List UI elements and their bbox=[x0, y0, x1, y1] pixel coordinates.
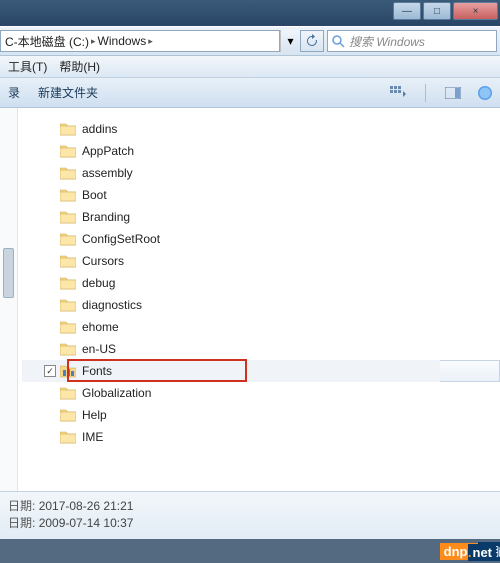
folder-icon bbox=[60, 188, 76, 202]
preview-pane-button[interactable] bbox=[444, 84, 462, 102]
folder-label: en-US bbox=[82, 342, 116, 356]
folder-item-cursors[interactable]: Cursors bbox=[22, 250, 500, 272]
folder-label: addins bbox=[82, 122, 117, 136]
folder-label: ConfigSetRoot bbox=[82, 232, 160, 246]
folder-item-diagnostics[interactable]: diagnostics bbox=[22, 294, 500, 316]
minimize-button[interactable]: — bbox=[393, 2, 421, 20]
nav-scrollbar[interactable] bbox=[0, 108, 18, 491]
refresh-icon bbox=[305, 34, 319, 48]
search-input[interactable]: 搜索 Windows bbox=[327, 30, 497, 52]
folder-icon bbox=[60, 254, 76, 268]
folder-item-en-us[interactable]: en-US bbox=[22, 338, 500, 360]
folder-item-apppatch[interactable]: AppPatch bbox=[22, 140, 500, 162]
breadcrumb-drive[interactable]: C-本地磁盘 (C:) bbox=[5, 33, 89, 50]
address-dropdown[interactable]: ▾ bbox=[280, 30, 300, 52]
breadcrumb-arrow-icon[interactable]: ▸ bbox=[148, 36, 153, 47]
folder-label: Branding bbox=[82, 210, 130, 224]
folder-icon bbox=[60, 430, 76, 444]
folder-label: Globalization bbox=[82, 386, 151, 400]
folder-label: debug bbox=[82, 276, 115, 290]
folder-icon bbox=[60, 166, 76, 180]
details-pane: 日期: 2017-08-26 21:21 日期: 2009-07-14 10:3… bbox=[0, 491, 500, 539]
chevron-down-icon: ▾ bbox=[287, 34, 293, 48]
folder-label: ehome bbox=[82, 320, 119, 334]
menu-tools[interactable]: 工具(T) bbox=[2, 56, 53, 77]
watermark-domain: . net bbox=[468, 544, 496, 561]
breadcrumb-windows[interactable]: Windows bbox=[98, 34, 147, 48]
address-bar[interactable]: C-本地磁盘 (C:) ▸ Windows ▸ bbox=[0, 30, 280, 52]
organize-button[interactable]: 录 bbox=[8, 84, 20, 101]
folder-icon bbox=[60, 320, 76, 334]
titlebar: — □ × bbox=[0, 0, 500, 26]
watermark-tld: net bbox=[473, 544, 497, 561]
folder-item-ehome[interactable]: ehome bbox=[22, 316, 500, 338]
folder-icon bbox=[60, 298, 76, 312]
folder-item-configsetroot[interactable]: ConfigSetRoot bbox=[22, 228, 500, 250]
help-icon bbox=[477, 85, 493, 101]
folder-item-branding[interactable]: Branding bbox=[22, 206, 500, 228]
view-icon bbox=[390, 86, 406, 100]
folder-label: Fonts bbox=[82, 364, 112, 378]
folder-label: Cursors bbox=[82, 254, 124, 268]
folder-icon bbox=[60, 232, 76, 246]
folder-item-help[interactable]: Help bbox=[22, 404, 500, 426]
refresh-button[interactable] bbox=[300, 30, 324, 52]
address-row: C-本地磁盘 (C:) ▸ Windows ▸ ▾ 搜索 Windows bbox=[0, 26, 500, 56]
folder-icon bbox=[60, 386, 76, 400]
folder-icon bbox=[60, 408, 76, 422]
selection-segment bbox=[440, 360, 500, 382]
folder-icon bbox=[60, 122, 76, 136]
folder-item-globalization[interactable]: Globalization bbox=[22, 382, 500, 404]
view-options-button[interactable] bbox=[389, 84, 407, 102]
folder-item-assembly[interactable]: assembly bbox=[22, 162, 500, 184]
folder-item-boot[interactable]: Boot bbox=[22, 184, 500, 206]
folder-label: Boot bbox=[82, 188, 107, 202]
detail-date-value-1: 2017-08-26 21:21 bbox=[39, 499, 134, 513]
new-folder-button[interactable]: 新建文件夹 bbox=[38, 84, 98, 101]
detail-date-value-2: 2009-07-14 10:37 bbox=[39, 516, 134, 530]
folder-icon bbox=[60, 342, 76, 356]
folder-tree[interactable]: addins AppPatch assembly Boot Branding Config… bbox=[18, 108, 500, 491]
file-list-area: addins AppPatch assembly Boot Branding Config… bbox=[0, 108, 500, 491]
breadcrumb-arrow-icon[interactable]: ▸ bbox=[91, 36, 96, 47]
checkbox-icon[interactable]: ✓ bbox=[44, 365, 56, 377]
folder-label: IME bbox=[82, 430, 103, 444]
folder-label: Help bbox=[82, 408, 107, 422]
folder-icon bbox=[60, 364, 76, 378]
folder-label: assembly bbox=[82, 166, 133, 180]
folder-item-debug[interactable]: debug bbox=[22, 272, 500, 294]
search-icon bbox=[332, 35, 345, 48]
menu-bar: 工具(T) 帮助(H) bbox=[0, 56, 500, 78]
toolbar-separator bbox=[425, 84, 426, 102]
folder-icon bbox=[60, 144, 76, 158]
folder-label: AppPatch bbox=[82, 144, 134, 158]
folder-item-fonts[interactable]: ✓ Fonts bbox=[22, 360, 500, 382]
scrollbar-thumb[interactable] bbox=[3, 248, 14, 298]
preview-pane-icon bbox=[445, 87, 461, 99]
menu-help[interactable]: 帮助(H) bbox=[53, 56, 106, 77]
folder-icon bbox=[60, 276, 76, 290]
toolbar: 录 新建文件夹 bbox=[0, 78, 500, 108]
folder-item-addins[interactable]: addins bbox=[22, 118, 500, 140]
folder-label: diagnostics bbox=[82, 298, 142, 312]
folder-icon bbox=[60, 210, 76, 224]
maximize-button[interactable]: □ bbox=[423, 2, 451, 20]
folder-item-ime[interactable]: IME bbox=[22, 426, 500, 448]
detail-date-label-1: 日期: bbox=[8, 499, 35, 513]
watermark-bar: dnpz 电脑配置网 bbox=[0, 539, 500, 563]
detail-date-label-2: 日期: bbox=[8, 516, 35, 530]
help-button[interactable] bbox=[476, 84, 494, 102]
close-button[interactable]: × bbox=[453, 2, 498, 20]
search-placeholder: 搜索 Windows bbox=[349, 33, 425, 50]
